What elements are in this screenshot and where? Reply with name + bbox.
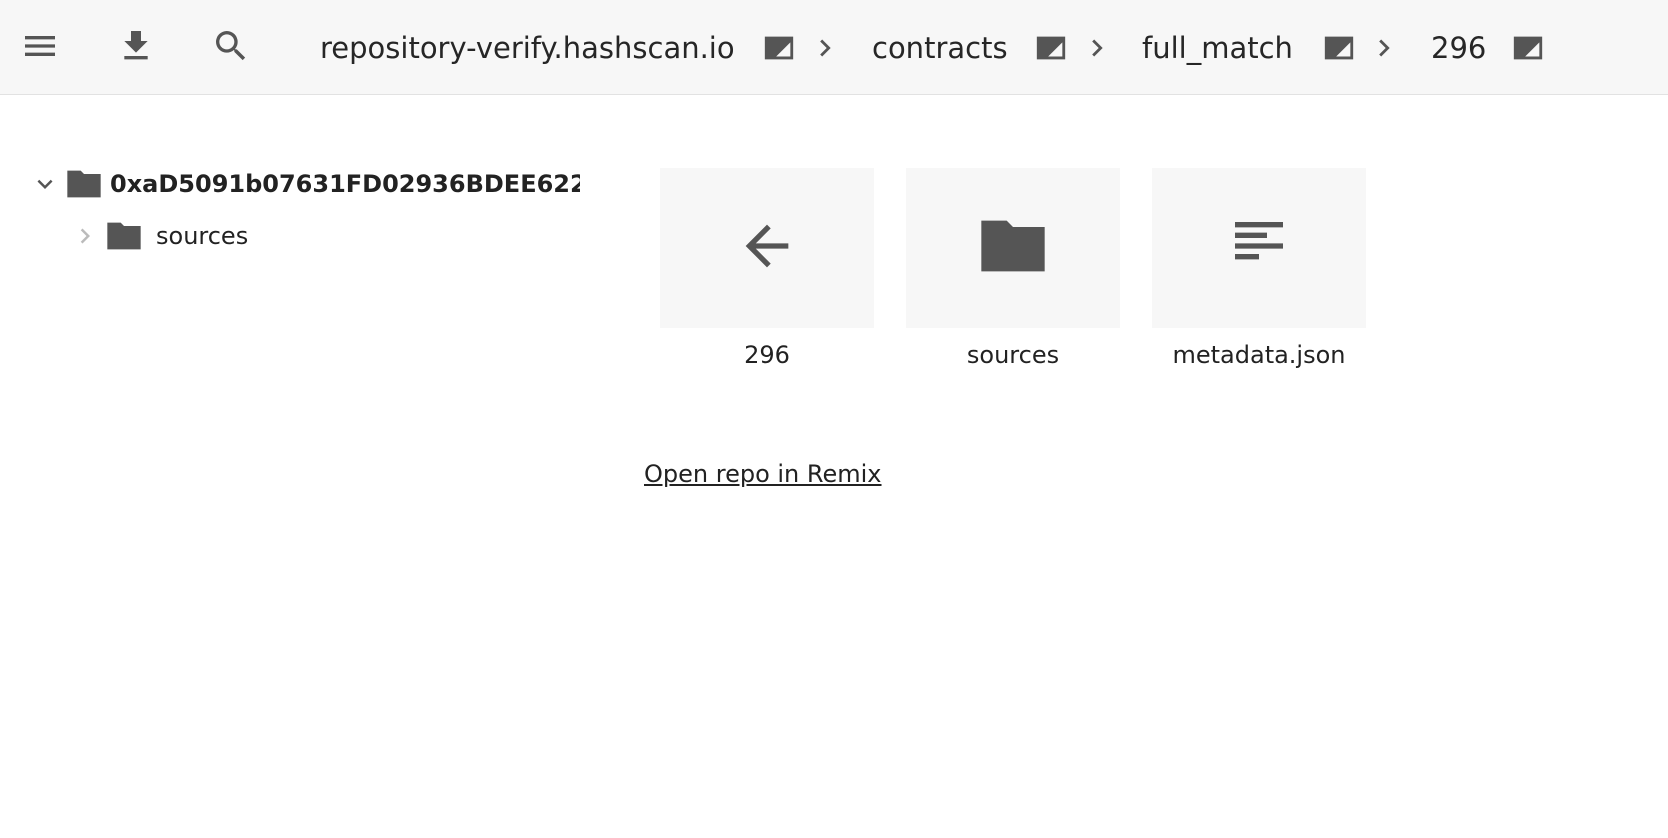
menu-icon[interactable] <box>16 22 64 70</box>
arrow-back-icon <box>735 214 799 282</box>
chevron-right-icon[interactable] <box>70 221 100 251</box>
tree-item-root[interactable]: 0xaD5091b07631FD02936BDEE622947 <box>30 164 580 204</box>
tile-parent-296[interactable]: 296 <box>660 168 874 372</box>
chevron-right-icon <box>1080 31 1114 65</box>
download-icon[interactable] <box>112 22 160 70</box>
folder-icon <box>64 164 104 204</box>
breadcrumb-item-full-match[interactable]: full_match <box>1142 28 1293 68</box>
tree-item-sources[interactable]: sources <box>70 216 248 256</box>
chevron-right-icon <box>1367 31 1401 65</box>
folder-open-icon[interactable] <box>1511 31 1545 65</box>
tile-sources[interactable]: sources <box>906 168 1120 372</box>
tree-item-label: sources <box>156 222 249 250</box>
top-bar: repository-verify.hashscan.io contracts … <box>0 0 1668 95</box>
search-icon[interactable] <box>207 22 255 70</box>
open-in-remix-link[interactable]: Open repo in Remix <box>644 457 882 491</box>
folder-icon <box>104 216 144 256</box>
folder-open-icon[interactable] <box>1034 31 1068 65</box>
chevron-right-icon <box>808 31 842 65</box>
file-text-icon <box>1227 214 1291 282</box>
chevron-down-icon[interactable] <box>30 169 60 199</box>
breadcrumb-item-296[interactable]: 296 <box>1431 28 1486 68</box>
folder-icon <box>975 208 1051 288</box>
tile-label: metadata.json <box>1172 341 1346 369</box>
folder-open-icon[interactable] <box>762 31 796 65</box>
breadcrumb-item-contracts[interactable]: contracts <box>872 28 1008 68</box>
folder-open-icon[interactable] <box>1322 31 1356 65</box>
tile-label: sources <box>966 341 1060 369</box>
breadcrumb-item-root[interactable]: repository-verify.hashscan.io <box>320 28 735 68</box>
tree-item-label: 0xaD5091b07631FD02936BDEE622947 <box>110 170 580 198</box>
tile-label: 296 <box>744 341 790 369</box>
tile-metadata-json[interactable]: metadata.json <box>1152 168 1366 372</box>
